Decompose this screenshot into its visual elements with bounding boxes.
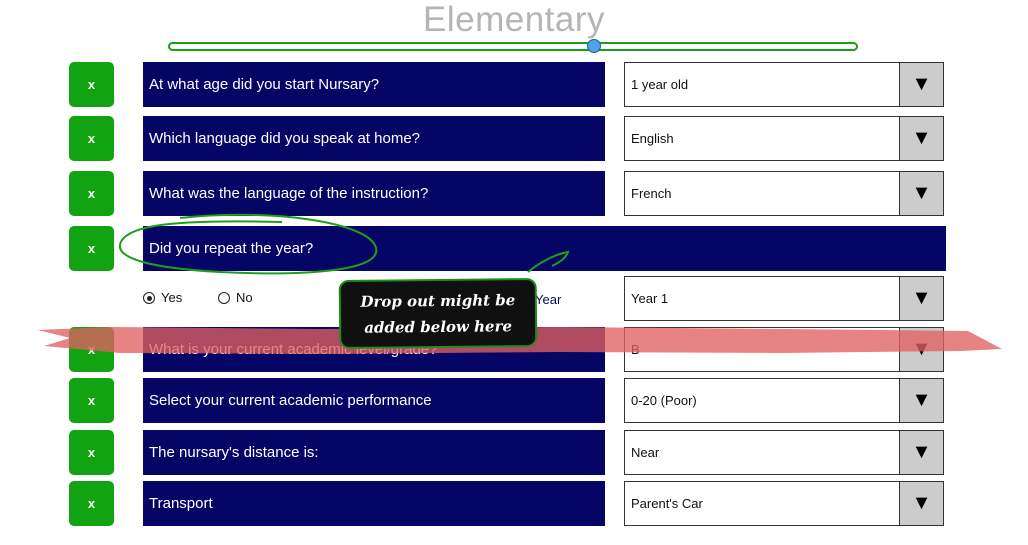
annotation-note: Drop out might be added below here <box>338 277 538 350</box>
answer-select[interactable]: Parent's Car ▼ <box>624 481 944 526</box>
dropdown-arrow-icon[interactable]: ▼ <box>899 431 943 474</box>
clear-button[interactable]: x <box>69 327 114 372</box>
question-label: At what age did you start Nursary? <box>143 62 605 107</box>
question-label: Transport <box>143 481 605 526</box>
stage-slider-handle[interactable] <box>587 39 601 53</box>
answer-select[interactable]: English ▼ <box>624 116 944 161</box>
answer-select[interactable]: B ▼ <box>624 327 944 372</box>
answer-select[interactable]: French ▼ <box>624 171 944 216</box>
question-label: Which language did you speak at home? <box>143 116 605 161</box>
question-label: Did you repeat the year? <box>143 226 946 271</box>
year-select[interactable]: Year 1 ▼ <box>624 276 944 321</box>
dropdown-arrow-icon[interactable]: ▼ <box>899 379 943 422</box>
dropdown-arrow-icon[interactable]: ▼ <box>899 328 943 371</box>
radio-no[interactable]: No <box>218 290 253 305</box>
radio-label: Yes <box>161 290 183 305</box>
clear-button[interactable]: x <box>69 378 114 423</box>
dropdown-arrow-icon[interactable]: ▼ <box>899 277 943 320</box>
dropdown-arrow-icon[interactable]: ▼ <box>899 63 943 106</box>
answer-value: English <box>631 131 674 146</box>
question-label: The nursary's distance is: <box>143 430 605 475</box>
answer-value: 0-20 (Poor) <box>631 393 697 408</box>
page-title: Elementary <box>422 0 606 39</box>
answer-value: Year 1 <box>631 291 669 306</box>
radio-unselected-icon[interactable] <box>218 292 230 304</box>
clear-button[interactable]: x <box>69 481 114 526</box>
dropdown-arrow-icon[interactable]: ▼ <box>899 172 943 215</box>
answer-value: B <box>631 342 640 357</box>
answer-value: 1 year old <box>631 77 689 92</box>
clear-button[interactable]: x <box>69 62 114 107</box>
clear-button[interactable]: x <box>69 171 114 216</box>
year-label: Year <box>535 292 562 307</box>
stage-slider-track[interactable] <box>168 42 858 51</box>
radio-label: No <box>236 290 253 305</box>
clear-button[interactable]: x <box>69 226 114 271</box>
answer-select[interactable]: 1 year old ▼ <box>624 62 944 107</box>
answer-value: French <box>631 186 672 201</box>
radio-selected-icon[interactable] <box>143 292 155 304</box>
clear-button[interactable]: x <box>69 116 114 161</box>
question-label: What was the language of the instruction… <box>143 171 605 216</box>
clear-button[interactable]: x <box>69 430 114 475</box>
radio-yes[interactable]: Yes <box>143 290 182 305</box>
question-label: Select your current academic performance <box>143 378 605 423</box>
answer-value: Near <box>631 445 660 460</box>
dropdown-arrow-icon[interactable]: ▼ <box>899 482 943 525</box>
dropdown-arrow-icon[interactable]: ▼ <box>899 117 943 160</box>
answer-select[interactable]: Near ▼ <box>624 430 944 475</box>
answer-value: Parent's Car <box>631 496 703 511</box>
answer-select[interactable]: 0-20 (Poor) ▼ <box>624 378 944 423</box>
